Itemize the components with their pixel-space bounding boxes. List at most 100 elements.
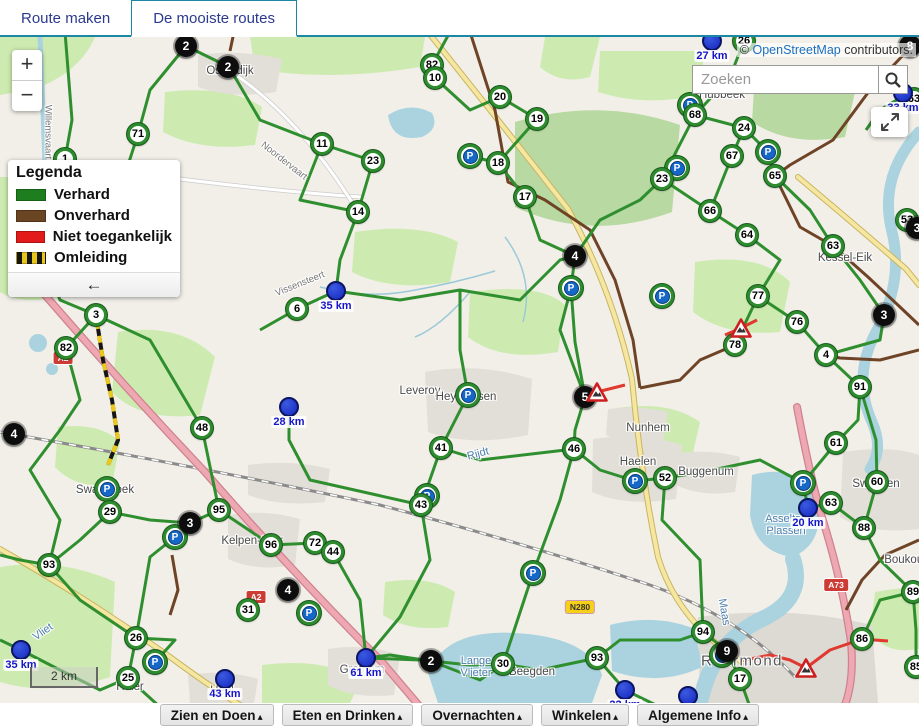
tab-1[interactable]: Route maken: [0, 1, 131, 35]
route-number-marker[interactable]: 3: [873, 304, 895, 326]
junction-marker[interactable]: 89: [902, 581, 919, 603]
junction-marker[interactable]: 96: [260, 534, 282, 556]
distance-marker[interactable]: [678, 686, 698, 703]
distance-marker[interactable]: 61 km: [356, 648, 376, 668]
junction-marker[interactable]: 76: [786, 311, 808, 333]
parking-marker[interactable]: P: [143, 650, 167, 674]
junction-marker[interactable]: 48: [191, 417, 213, 439]
distance-marker[interactable]: 22 km: [615, 680, 635, 700]
parking-marker[interactable]: P: [650, 284, 674, 308]
osm-link[interactable]: OpenStreetMap: [752, 43, 840, 57]
distance-marker[interactable]: 35 km: [326, 281, 346, 301]
distance-dot: [11, 640, 31, 660]
junction-marker[interactable]: 17: [729, 668, 751, 690]
junction-marker[interactable]: 52: [654, 467, 676, 489]
junction-marker[interactable]: 23: [651, 168, 673, 190]
junction-marker[interactable]: 43: [410, 494, 432, 516]
legend-item: Onverhard: [16, 207, 172, 224]
parking-marker[interactable]: P: [456, 383, 480, 407]
route-number-marker[interactable]: 2: [217, 56, 239, 78]
menu-button-eten-en-drinken[interactable]: Eten en Drinken▴: [282, 704, 414, 726]
route-number-marker[interactable]: 4: [564, 245, 586, 267]
parking-marker[interactable]: P: [791, 471, 815, 495]
map-viewport[interactable]: OspeldijkHubbeekKessel-EikLeveroyHeythuy…: [0, 37, 919, 703]
route-number-marker[interactable]: 9: [716, 640, 738, 662]
menu-button-algemene-info[interactable]: Algemene Info▴: [637, 704, 759, 726]
junction-marker[interactable]: 10: [424, 67, 446, 89]
junction-marker[interactable]: 44: [322, 541, 344, 563]
junction-marker[interactable]: 93: [38, 554, 60, 576]
search-button[interactable]: [878, 65, 908, 94]
warning-marker[interactable]: [586, 382, 608, 402]
junction-marker[interactable]: 24: [733, 117, 755, 139]
menu-button-overnachten[interactable]: Overnachten▴: [421, 704, 533, 726]
chevron-up-icon: ▴: [397, 712, 402, 723]
parking-marker[interactable]: P: [559, 276, 583, 300]
parking-marker[interactable]: P: [297, 601, 321, 625]
junction-marker[interactable]: 19: [526, 108, 548, 130]
parking-marker[interactable]: P: [756, 140, 780, 164]
junction-marker[interactable]: 23: [362, 150, 384, 172]
junction-marker[interactable]: 3: [85, 304, 107, 326]
junction-marker[interactable]: 63: [820, 492, 842, 514]
junction-marker[interactable]: 66: [699, 200, 721, 222]
distance-marker[interactable]: 20 km: [798, 498, 818, 518]
junction-marker[interactable]: 4: [815, 344, 837, 366]
junction-marker[interactable]: 18: [487, 152, 509, 174]
junction-marker[interactable]: 61: [825, 432, 847, 454]
distance-dot: [356, 648, 376, 668]
menu-button-winkelen[interactable]: Winkelen▴: [541, 704, 629, 726]
route-number-marker[interactable]: 2: [420, 650, 442, 672]
junction-marker[interactable]: 82: [55, 337, 77, 359]
distance-marker[interactable]: 35 km: [11, 640, 31, 660]
parking-marker[interactable]: P: [458, 144, 482, 168]
junction-marker[interactable]: 20: [489, 86, 511, 108]
distance-marker[interactable]: 43 km: [215, 669, 235, 689]
junction-marker[interactable]: 91: [849, 376, 871, 398]
junction-marker[interactable]: 67: [721, 145, 743, 167]
tab-bar: Route makenDe mooiste routes: [0, 0, 919, 37]
fullscreen-button[interactable]: [871, 107, 908, 137]
junction-marker[interactable]: 41: [430, 437, 452, 459]
junction-marker[interactable]: 71: [127, 123, 149, 145]
junction-marker[interactable]: 64: [736, 224, 758, 246]
junction-marker[interactable]: 63: [822, 235, 844, 257]
junction-marker[interactable]: 88: [853, 517, 875, 539]
junction-marker[interactable]: 29: [99, 501, 121, 523]
junction-marker[interactable]: 86: [851, 628, 873, 650]
menu-button-zien-en-doen[interactable]: Zien en Doen▴: [160, 704, 274, 726]
zoom-out-button[interactable]: −: [12, 81, 42, 111]
junction-marker[interactable]: 77: [747, 285, 769, 307]
parking-marker[interactable]: P: [95, 477, 119, 501]
zoom-in-button[interactable]: +: [12, 50, 42, 81]
junction-marker[interactable]: 93: [586, 647, 608, 669]
distance-marker[interactable]: 28 km: [279, 397, 299, 417]
route-number-marker[interactable]: 4: [277, 579, 299, 601]
junction-marker[interactable]: 30: [492, 653, 514, 675]
junction-marker[interactable]: 60: [866, 471, 888, 493]
junction-marker[interactable]: 68: [684, 104, 706, 126]
junction-marker[interactable]: 95: [208, 499, 230, 521]
junction-marker[interactable]: 65: [764, 165, 786, 187]
junction-marker[interactable]: 31: [237, 599, 259, 621]
junction-marker[interactable]: 17: [514, 186, 536, 208]
junction-marker[interactable]: 46: [563, 438, 585, 460]
junction-marker[interactable]: 11: [311, 133, 333, 155]
warning-marker[interactable]: [730, 318, 752, 338]
junction-marker[interactable]: 6: [286, 298, 308, 320]
warning-marker[interactable]: [795, 658, 817, 678]
junction-marker[interactable]: 25: [117, 667, 139, 689]
junction-marker[interactable]: 14: [347, 201, 369, 223]
distance-marker[interactable]: 27 km: [702, 37, 722, 51]
legend-swatch: [16, 252, 46, 264]
route-number-marker[interactable]: 3: [179, 512, 201, 534]
search-bar: [692, 65, 908, 94]
route-number-marker[interactable]: 4: [3, 423, 25, 445]
parking-marker[interactable]: P: [521, 561, 545, 585]
tab-2[interactable]: De mooiste routes: [131, 0, 297, 37]
search-input[interactable]: [692, 65, 878, 94]
legend-collapse-button[interactable]: ←: [8, 272, 180, 297]
junction-marker[interactable]: 26: [125, 627, 147, 649]
parking-marker[interactable]: P: [623, 469, 647, 493]
junction-marker[interactable]: 94: [692, 621, 714, 643]
